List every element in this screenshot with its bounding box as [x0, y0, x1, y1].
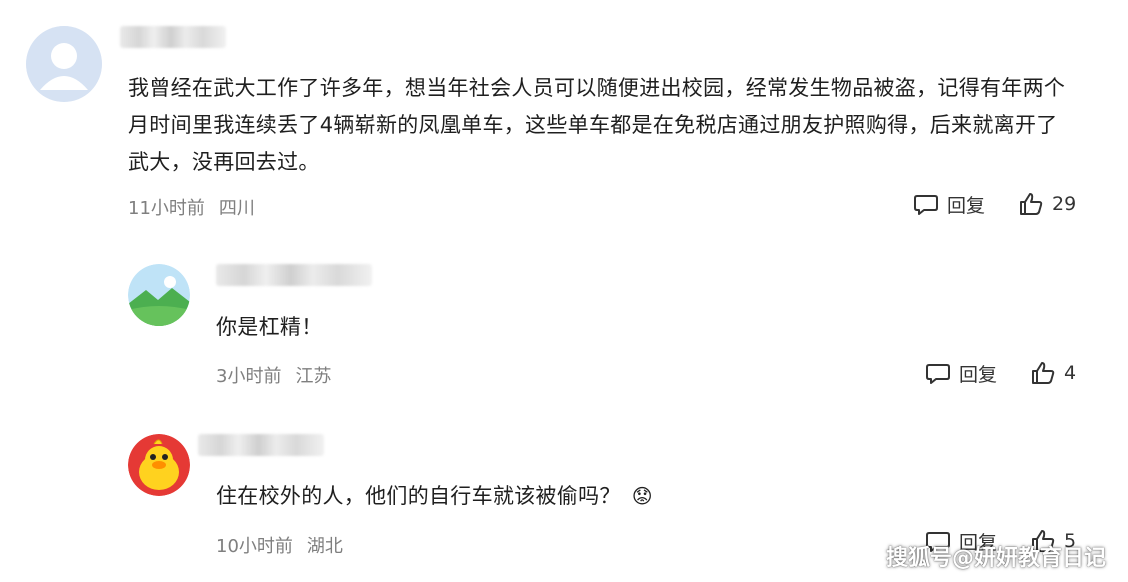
blurred-username: [120, 26, 226, 48]
thumbs-up-icon: [1020, 193, 1043, 215]
landscape-icon: [128, 264, 190, 326]
comment-text: 你是杠精！: [216, 315, 323, 339]
blurred-username: [198, 434, 324, 456]
comment-text: 我曾经在武大工作了许多年，想当年社会人员可以随便进出校园，经常发生物品被盗，记得…: [128, 76, 1066, 174]
comment-meta: 10小时前 湖北: [216, 532, 357, 558]
user-icon: [26, 26, 102, 102]
timestamp: 11小时前: [128, 198, 205, 219]
location: 四川: [218, 198, 255, 219]
timestamp: 10小时前: [216, 536, 293, 557]
like-count: 4: [1064, 362, 1077, 384]
thumbs-up-icon: [1032, 362, 1055, 384]
default-avatar[interactable]: [26, 26, 102, 102]
worried-face-icon: 😟: [631, 484, 653, 508]
reply-label: 回复: [947, 195, 986, 217]
like-button[interactable]: 4: [1030, 360, 1076, 386]
comment-text-body: 住在校外的人，他们的自行车就该被偷吗？: [216, 484, 621, 508]
yellow-duck-icon: [128, 434, 190, 496]
reply-label: 回复: [959, 364, 998, 386]
blurred-username: [216, 264, 372, 286]
like-button[interactable]: 29: [1018, 191, 1076, 217]
comment-meta: 3小时前 江苏: [216, 362, 345, 388]
reply-button[interactable]: 回复: [913, 191, 985, 218]
reply-button[interactable]: 回复: [925, 360, 997, 387]
landscape-avatar[interactable]: [128, 264, 190, 326]
comment-text: 住在校外的人，他们的自行车就该被偷吗？ 😟: [216, 478, 916, 515]
comment-meta: 11小时前 四川: [128, 194, 269, 220]
speech-bubble-icon: [926, 363, 950, 384]
speech-bubble-icon: [914, 194, 938, 215]
like-count: 29: [1052, 193, 1077, 215]
watermark: 搜狐号@妍妍教育日记: [885, 546, 1106, 571]
duck-avatar[interactable]: [128, 434, 190, 496]
location: 江苏: [295, 366, 332, 387]
location: 湖北: [306, 536, 343, 557]
timestamp: 3小时前: [216, 366, 282, 387]
